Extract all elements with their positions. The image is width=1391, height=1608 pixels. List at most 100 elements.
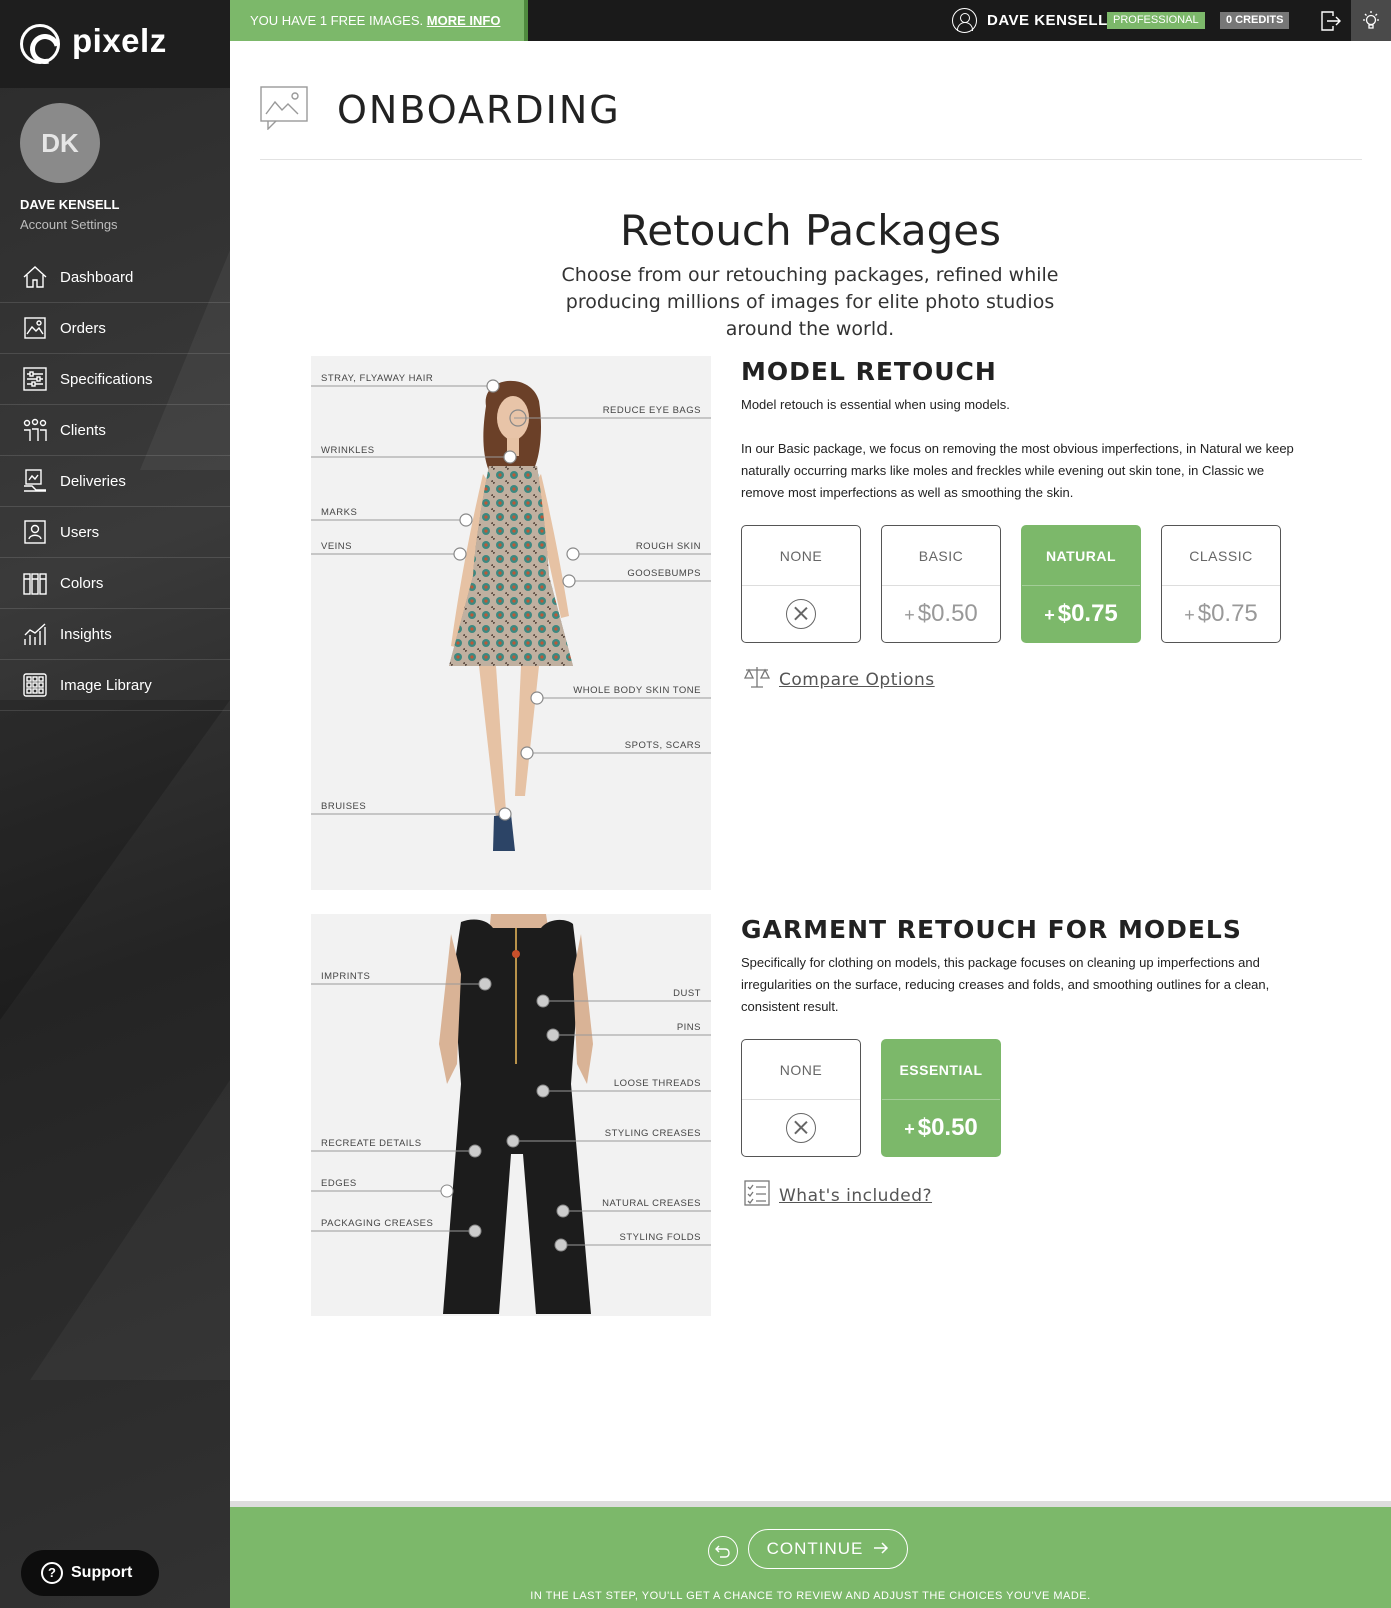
garment-retouch-title: GARMENT RETOUCH FOR MODELS (741, 915, 1242, 944)
callout-label: MARKS (321, 507, 358, 518)
continue-label: CONTINUE (766, 1539, 864, 1558)
section-subtitle: Choose from our retouching packages, ref… (561, 264, 1059, 340)
plan-badge: PROFESSIONAL (1107, 12, 1205, 29)
logout-icon[interactable] (1320, 10, 1342, 32)
sidebar-item-colors[interactable]: Colors (0, 558, 230, 609)
callout-label: LOOSE THREADS (613, 1078, 701, 1089)
sidebar-item-label: Deliveries (60, 472, 126, 490)
option-none[interactable]: NONE (741, 525, 861, 643)
sidebar-item-label: Insights (60, 625, 112, 643)
bar-chart-icon (22, 621, 48, 647)
callout-label: WHOLE BODY SKIN TONE (573, 685, 701, 696)
callout-label: BRUISES (321, 801, 367, 812)
callout-label: SPOTS, SCARS (624, 740, 701, 751)
whats-included-label: What's included? (779, 1185, 933, 1206)
onboarding-image-icon (260, 86, 310, 131)
callout-label: NATURAL CREASES (602, 1198, 701, 1209)
sidebar-item-label: Specifications (60, 370, 153, 388)
page-title: ONBOARDING (337, 88, 621, 132)
option-name: BASIC (882, 526, 1000, 586)
x-circle-icon (786, 1113, 816, 1143)
top-user-menu[interactable]: DAVE KENSELL (952, 8, 1108, 33)
section-title: Retouch Packages (620, 206, 1001, 255)
sliders-icon (22, 366, 48, 392)
sidebar-item-label: Clients (60, 421, 106, 439)
topbar: YOU HAVE 1 FREE IMAGES. MORE INFO DAVE K… (230, 0, 1391, 41)
sidebar-item-dashboard[interactable]: Dashboard (0, 252, 230, 303)
callout-label: VEINS (321, 541, 353, 552)
logo-text[interactable]: pixelz (72, 22, 167, 60)
logo-bar: pixelz (0, 0, 230, 88)
option-price: $0.75 (1197, 600, 1258, 627)
sidebar-item-insights[interactable]: Insights (0, 609, 230, 660)
free-banner-text: YOU HAVE 1 FREE IMAGES. (250, 13, 424, 28)
home-icon (22, 264, 48, 290)
callout-label: ROUGH SKIN (635, 541, 701, 552)
footer-bar: CONTINUE IN THE LAST STEP, YOU'LL GET A … (230, 1507, 1391, 1608)
option-price: $0.50 (917, 600, 978, 627)
compare-options-link[interactable]: Compare Options (743, 665, 935, 694)
divider (260, 159, 1362, 160)
sidebar-item-specifications[interactable]: Specifications (0, 354, 230, 405)
model-retouch-desc-2: In our Basic package, we focus on removi… (741, 441, 1294, 500)
model-retouch-photo: STRAY, FLYAWAY HAIR REDUCE EYE BAGS WRIN… (311, 356, 711, 890)
sidebar-item-label: Dashboard (60, 268, 134, 286)
sidebar-item-deliveries[interactable]: Deliveries (0, 456, 230, 507)
sidebar-item-label: Colors (60, 574, 104, 592)
option-natural[interactable]: NATURAL + $0.75 (1021, 525, 1141, 643)
callout-label: WRINKLES (321, 445, 375, 456)
sidebar-item-users[interactable]: Users (0, 507, 230, 558)
user-icon (952, 8, 977, 33)
sidebar-item-label: Orders (60, 319, 106, 337)
more-info-link[interactable]: MORE INFO (427, 13, 501, 28)
option-name: NONE (742, 1040, 860, 1100)
sidebar-item-orders[interactable]: Orders (0, 303, 230, 354)
back-arrow-icon[interactable] (708, 1536, 738, 1566)
user-card-icon (22, 519, 48, 545)
model-retouch-title: MODEL RETOUCH (741, 357, 997, 386)
sidebar-user-name: DAVE KENSELL (20, 197, 120, 212)
callout-label: PACKAGING CREASES (321, 1218, 434, 1229)
option-price: $0.50 (917, 1114, 978, 1141)
lightbulb-icon[interactable] (1351, 0, 1391, 41)
option-basic[interactable]: BASIC + $0.50 (881, 525, 1001, 643)
callout-label: PINS (676, 1022, 701, 1033)
pixelz-logo-icon[interactable] (20, 24, 60, 64)
color-swatches-icon (22, 570, 48, 596)
footer-note: IN THE LAST STEP, YOU'LL GET A CHANCE TO… (530, 1590, 1091, 1602)
callout-label: STYLING FOLDS (619, 1232, 701, 1243)
callout-label: RECREATE DETAILS (321, 1138, 422, 1149)
grid-icon (22, 672, 48, 698)
continue-button[interactable]: CONTINUE (748, 1529, 908, 1569)
top-user-name: DAVE KENSELL (987, 12, 1108, 29)
x-circle-icon (786, 599, 816, 629)
option-none[interactable]: NONE (741, 1039, 861, 1157)
avatar[interactable]: DK (20, 103, 100, 183)
help-icon: ? (41, 1562, 63, 1584)
option-name: NATURAL (1022, 526, 1140, 586)
support-button[interactable]: ? Support (21, 1550, 159, 1596)
sidebar-item-image-library[interactable]: Image Library (0, 660, 230, 711)
callout-label: GOOSEBUMPS (627, 568, 701, 579)
callout-label: STRAY, FLYAWAY HAIR (321, 373, 434, 384)
callout-label: IMPRINTS (321, 971, 371, 982)
whats-included-link[interactable]: What's included? (743, 1179, 932, 1212)
arrow-right-icon (873, 1539, 889, 1560)
sidebar-item-clients[interactable]: Clients (0, 405, 230, 456)
main-content: ONBOARDING Retouch Packages Choose from … (230, 41, 1391, 1501)
option-essential[interactable]: ESSENTIAL + $0.50 (881, 1039, 1001, 1157)
callout-label: DUST (673, 988, 701, 999)
sidebar: pixelz DK DAVE KENSELL Account Settings … (0, 0, 230, 1608)
sidebar-nav: Dashboard Orders Specifications Clients … (0, 252, 230, 711)
free-images-banner: YOU HAVE 1 FREE IMAGES. MORE INFO (230, 0, 524, 41)
checklist-icon (743, 1179, 771, 1212)
delivery-icon (22, 468, 48, 494)
callout-label: STYLING CREASES (604, 1128, 701, 1139)
account-settings-link[interactable]: Account Settings (20, 217, 118, 232)
option-name: CLASSIC (1162, 526, 1280, 586)
callout-label: REDUCE EYE BAGS (602, 405, 701, 416)
callout-label: EDGES (321, 1178, 357, 1189)
credits-badge[interactable]: 0 CREDITS (1220, 12, 1290, 29)
option-classic[interactable]: CLASSIC + $0.75 (1161, 525, 1281, 643)
option-name: ESSENTIAL (882, 1040, 1000, 1100)
